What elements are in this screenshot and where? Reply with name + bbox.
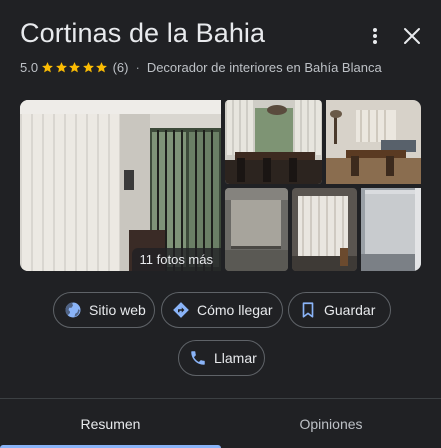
directions-button[interactable]: Cómo llegar	[161, 292, 283, 328]
tab-resumen[interactable]: Resumen	[0, 399, 221, 448]
rating-stars	[41, 61, 109, 74]
rating-value: 5.0	[20, 60, 39, 75]
place-title: Cortinas de la Bahia	[20, 18, 266, 48]
call-button-label: Llamar	[214, 350, 257, 366]
photo-thumbnail[interactable]	[326, 100, 421, 184]
photo-thumbnail[interactable]	[225, 100, 322, 184]
phone-icon	[191, 351, 205, 365]
save-button-label: Guardar	[324, 302, 376, 318]
tab-opiniones-label: Opiniones	[299, 415, 363, 432]
directions-icon	[173, 302, 189, 318]
save-button[interactable]: Guardar	[288, 292, 391, 328]
star-icon	[96, 62, 107, 73]
globe-icon	[65, 302, 81, 318]
photo-thumbnail[interactable]	[225, 188, 288, 271]
more-options-button[interactable]	[361, 22, 389, 50]
photo-thumbnail[interactable]	[292, 188, 357, 271]
website-button-label: Sitio web	[89, 302, 146, 318]
photo-main[interactable]: 11 fotos más	[20, 100, 221, 271]
place-category[interactable]: Decorador de interiores en Bahía Blanca	[147, 60, 382, 75]
close-button[interactable]	[398, 22, 426, 50]
tab-opiniones[interactable]: Opiniones	[221, 399, 441, 448]
more-photos-label[interactable]: 11 fotos más	[131, 248, 221, 271]
more-vertical-icon	[373, 28, 377, 44]
close-icon	[404, 28, 420, 44]
photo-gallery: 11 fotos más	[20, 100, 421, 271]
photo-thumbnail[interactable]	[361, 188, 421, 271]
star-icon	[55, 62, 67, 73]
star-icon	[82, 62, 94, 73]
tab-resumen-label: Resumen	[80, 415, 141, 432]
review-count-link[interactable]: (6)	[113, 60, 129, 75]
star-icon	[42, 62, 53, 73]
star-icon	[69, 62, 80, 73]
directions-button-label: Cómo llegar	[197, 302, 273, 318]
website-button[interactable]: Sitio web	[53, 292, 155, 328]
call-button[interactable]: Llamar	[178, 340, 265, 376]
meta-separator: ·	[135, 60, 140, 75]
bookmark-icon	[302, 302, 314, 318]
place-meta: 5.0 (6) · Decorador de interiores en Bah…	[20, 60, 382, 75]
